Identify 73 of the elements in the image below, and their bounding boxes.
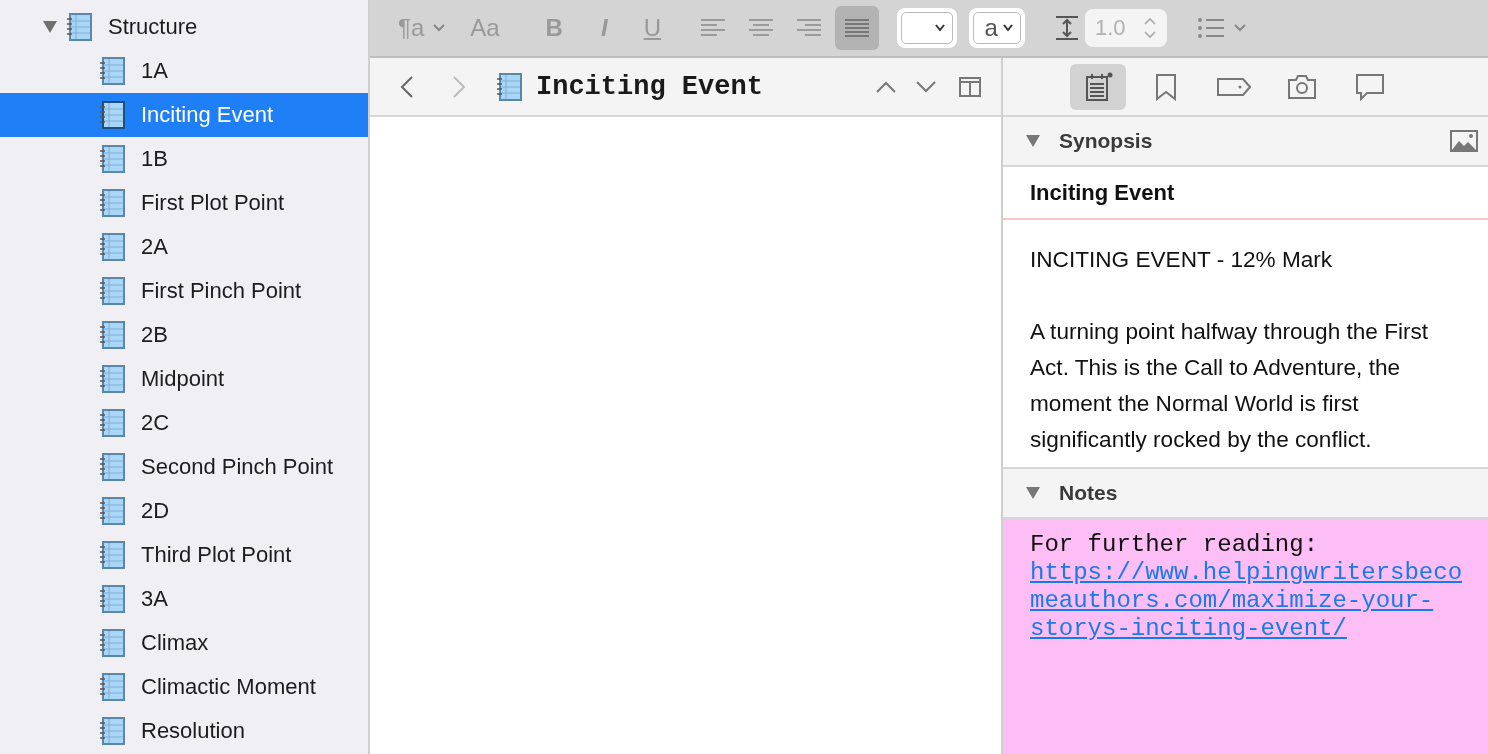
notebook-icon [99,233,125,261]
disclosure-triangle-icon[interactable] [1025,134,1041,148]
binder-item[interactable]: Third Plot Point [0,533,368,577]
disclosure-triangle-icon[interactable] [42,20,58,34]
notebook-icon [496,72,522,101]
notebook-icon [99,321,125,349]
split-view-icon[interactable] [959,76,981,97]
notebook-icon [99,365,125,393]
binder-item[interactable]: 3A [0,577,368,621]
section-heading: Synopsis [1059,129,1154,153]
list-icon[interactable] [1196,17,1225,39]
notebook-icon [99,409,125,437]
notebook-icon [99,145,125,173]
notebook-icon [99,541,125,569]
synopsis-header[interactable]: Synopsis [1003,117,1488,167]
notes-text: For further reading: [1030,531,1320,559]
inspector-tab[interactable] [1069,63,1126,110]
line-spacing-icon [1054,15,1079,41]
alignment-button[interactable] [834,6,879,50]
binder-item[interactable]: 2D [0,489,368,533]
binder-item[interactable]: Climactic Moment [0,665,368,709]
notebook-icon [99,57,125,85]
binder-item[interactable]: Midpoint [0,357,368,401]
notebook-icon [66,13,92,41]
notebook-icon [99,189,125,217]
binder-item[interactable]: 1A [0,49,368,93]
chevron-up-icon[interactable] [875,79,897,94]
notebook-icon [99,453,125,481]
binder-item[interactable]: 2B [0,313,368,357]
notes-header[interactable]: Notes [1003,467,1488,519]
notebook-icon [99,585,125,613]
caret-icon[interactable] [432,23,447,33]
document-title: Inciting Event [536,71,764,102]
notebook-icon [99,101,125,129]
binder-item[interactable]: Resolution [0,709,368,753]
binder-item[interactable]: Second Pinch Point [0,445,368,489]
binder-item[interactable]: Structure [0,5,368,49]
synopsis-title-field[interactable]: Inciting Event [1003,167,1488,220]
binder-item[interactable]: Inciting Event [0,93,368,137]
text-color-dropdown[interactable] [896,8,957,48]
highlight-dropdown[interactable]: a [968,8,1025,48]
align-right-icon [795,18,822,38]
stepper-icon[interactable] [1142,16,1157,40]
back-icon[interactable] [400,74,414,99]
chevron-down-icon[interactable] [915,79,937,94]
binder-item[interactable]: 2A [0,225,368,269]
synopsis-paragraph: INCITING EVENT - 12% Mark [1030,246,1334,274]
notebook-icon [99,717,125,745]
notes-area[interactable]: For further reading: https://www.helpingwritersbecomeauthors.com/maximize-your-storys-inciting-event/ [1003,519,1488,754]
speech-bubble-icon [1354,72,1385,101]
image-icon[interactable] [1450,130,1478,152]
notebook-icon [99,673,125,701]
binder-item[interactable]: Climax [0,621,368,665]
tag-icon [1216,75,1251,98]
section-heading: Notes [1059,481,1119,505]
align-center-icon [747,18,774,38]
synopsis-paragraph: A turning point halfway through the First Act. This is the Call to Adventure, the moment the Normal World is first significantly rocked by the conflict. [1030,318,1430,454]
notebook-icon [99,497,125,525]
synopsis-text-area[interactable]: INCITING EVENT - 12% Mark A turning point halfway through the First Act. This is the Call to Adventure, the moment the Normal World is first significantly rocked by the conflict. [1003,220,1488,467]
binder-item[interactable]: 1B [0,137,368,181]
caret-icon[interactable] [1232,23,1247,33]
disclosure-triangle-icon[interactable] [1025,486,1041,500]
binder-item[interactable]: First Pinch Point [0,269,368,313]
align-left-icon [699,18,726,38]
caret-icon [933,24,946,32]
notebook-icon [99,277,125,305]
notebook-icon [99,629,125,657]
binder-item[interactable]: First Plot Point [0,181,368,225]
align-justify-icon [843,18,870,38]
bookmark-icon [1154,72,1177,101]
camera-icon [1286,73,1317,100]
caret-icon [1001,24,1014,32]
binder-item[interactable]: 2C [0,401,368,445]
